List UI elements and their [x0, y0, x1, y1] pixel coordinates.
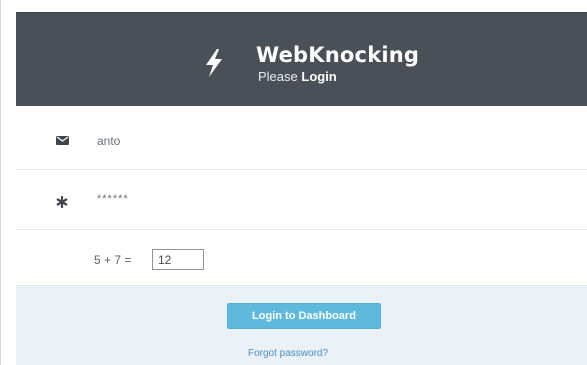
- username-row[interactable]: anto: [16, 106, 587, 170]
- lightning-bolt-icon: [206, 49, 222, 77]
- username-field[interactable]: anto: [97, 134, 120, 148]
- captcha-answer-input[interactable]: [152, 249, 204, 270]
- captcha-row: 5 + 7 =: [16, 230, 587, 286]
- forgot-password-link[interactable]: Forgot password?: [248, 348, 328, 359]
- login-window: WebKnocking Please Login anto ****** 5 +…: [0, 0, 587, 365]
- app-title: WebKnocking: [256, 43, 420, 67]
- password-row[interactable]: ******: [16, 170, 587, 230]
- login-footer: Login to Dashboard Forgot password?: [16, 286, 587, 365]
- subtitle-prefix: Please: [258, 69, 298, 84]
- login-to-dashboard-button[interactable]: Login to Dashboard: [227, 303, 381, 329]
- login-header: WebKnocking Please Login: [16, 12, 587, 107]
- envelope-icon: [56, 136, 69, 145]
- captcha-question: 5 + 7 =: [94, 253, 132, 267]
- password-field[interactable]: ******: [97, 193, 129, 205]
- asterisk-icon: [56, 196, 68, 208]
- login-subtitle: Please Login: [258, 69, 337, 85]
- subtitle-emphasis: Login: [301, 69, 337, 84]
